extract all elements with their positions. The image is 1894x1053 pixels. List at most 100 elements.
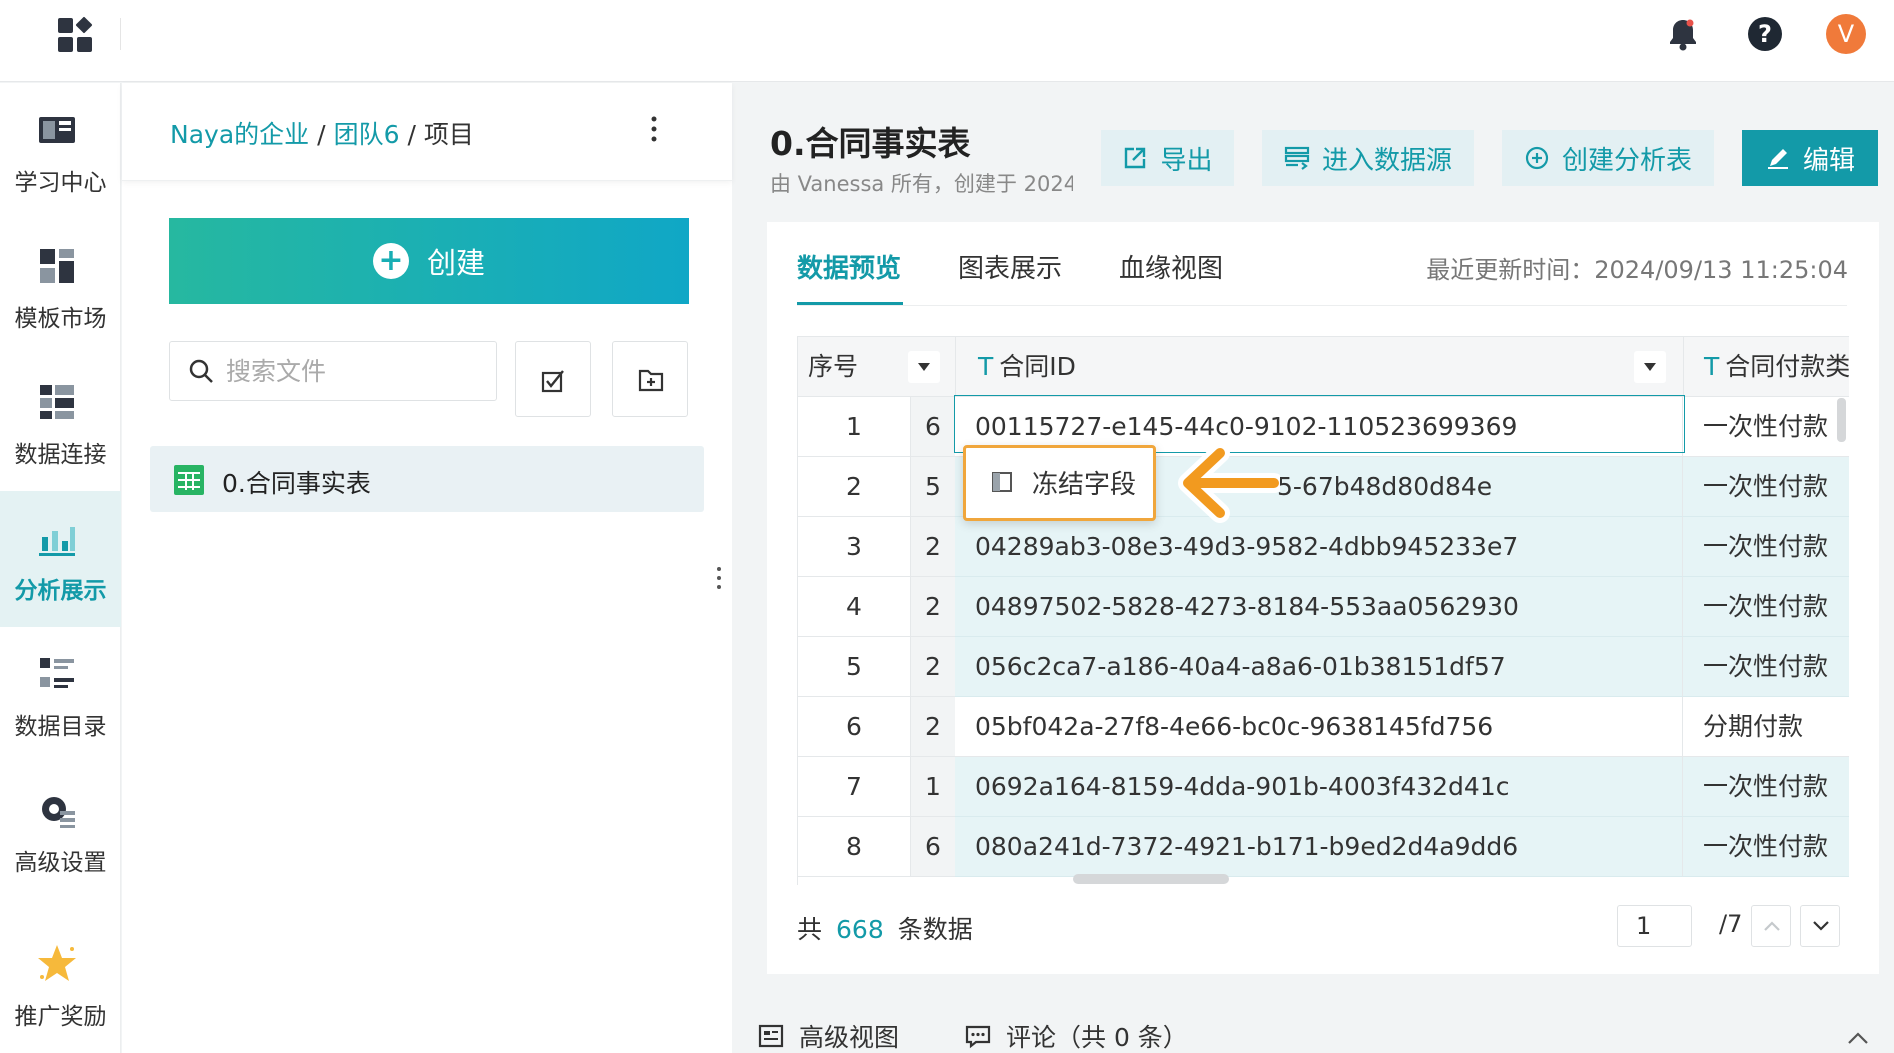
nav-label: 学习中心 xyxy=(14,170,107,196)
nav-item-referral[interactable]: 推广奖励 xyxy=(0,917,121,1053)
row-count-cell: 2 xyxy=(911,577,955,637)
column-header-contract-id[interactable]: T 合同ID xyxy=(978,337,1076,397)
edit-button[interactable]: 编辑 xyxy=(1742,130,1878,186)
create-analysis-button[interactable]: 创建分析表 xyxy=(1502,130,1714,186)
tab-data-preview[interactable]: 数据预览 xyxy=(797,248,901,285)
nav-item-advanced-settings[interactable]: 高级设置 xyxy=(0,763,121,899)
payment-type-cell[interactable]: 一次性付款 xyxy=(1683,397,1849,457)
breadcrumb-team[interactable]: 团队6 xyxy=(334,120,400,149)
prev-page-button[interactable] xyxy=(1751,905,1791,947)
next-page-button[interactable] xyxy=(1800,905,1840,947)
row-count-cell: 2 xyxy=(911,697,955,757)
table-row[interactable]: 3 2 04289ab3-08e3-49d3-9582-4dbb945233e7… xyxy=(798,517,1849,577)
contract-id-column-dropdown[interactable] xyxy=(1634,351,1666,383)
search-input[interactable] xyxy=(226,352,486,390)
advanced-view-icon xyxy=(758,1024,784,1048)
batch-select-button[interactable] xyxy=(515,341,591,417)
contract-id-cell[interactable]: 0692a164-8159-4dda-901b-4003f432d41c xyxy=(955,757,1683,817)
contract-id-cell[interactable]: 056c2ca7-a186-40a4-a8a6-01b38151df57 xyxy=(955,637,1683,697)
index-column-dropdown[interactable] xyxy=(908,351,940,383)
record-count-prefix: 共 xyxy=(797,915,823,944)
payment-type-cell[interactable]: 一次性付款 xyxy=(1683,817,1849,877)
row-count-cell: 1 xyxy=(911,757,955,817)
app-logo-icon[interactable] xyxy=(56,16,94,54)
data-table: 序号 T合同ID T合同付款类型 1 6 00115727-e145-44c0-… xyxy=(797,336,1849,885)
column-header-payment-type[interactable]: T合同付款类型 xyxy=(1704,337,1849,397)
table-row[interactable]: 1 6 00115727-e145-44c0-9102-110523699369… xyxy=(798,397,1849,457)
record-count-value: 668 xyxy=(836,915,884,944)
comment-icon xyxy=(965,1025,991,1049)
nav-item-template-market[interactable]: 模板市场 xyxy=(0,219,121,355)
star-icon xyxy=(38,945,76,981)
add-circle-icon xyxy=(1525,146,1549,170)
horizontal-scrollbar[interactable] xyxy=(1073,874,1229,884)
tab-chart-display[interactable]: 图表展示 xyxy=(958,248,1062,285)
row-index-cell: 6 xyxy=(798,697,911,757)
page-number-input[interactable]: 1 xyxy=(1617,905,1692,947)
avatar[interactable]: V xyxy=(1826,14,1866,54)
bell-icon[interactable] xyxy=(1663,14,1703,54)
search-box[interactable] xyxy=(169,341,497,401)
payment-type-cell[interactable]: 分期付款 xyxy=(1683,697,1849,757)
page-subtitle: 由 Vanessa 所有，创建于 2024 xyxy=(770,172,1073,196)
contract-id-cell[interactable]: 04897502-5828-4273-8184-553aa0562930 xyxy=(955,577,1683,637)
contract-id-cell[interactable]: 080a241d-7372-4921-b171-b9ed2d4a9dd6 xyxy=(955,817,1683,877)
nav-item-data-catalog[interactable]: 数据目录 xyxy=(0,627,121,763)
file-item-contract-table[interactable]: 0.合同事实表 xyxy=(150,446,704,512)
nav-item-data-connect[interactable]: 数据连接 xyxy=(0,355,121,491)
row-index-cell: 3 xyxy=(798,517,911,577)
advanced-view-toggle[interactable]: 高级视图 xyxy=(757,1018,899,1053)
nav-label: 推广奖励 xyxy=(14,1004,107,1030)
settings-icon xyxy=(42,797,75,828)
column-divider xyxy=(955,337,956,397)
project-panel: Naya的企业 / 团队6/项目 + 创建 搜索文件 0.合同事实表 xyxy=(122,83,732,1053)
panel-resize-handle-icon[interactable] xyxy=(714,565,724,591)
nav-item-learning-center[interactable]: 学习中心 xyxy=(0,83,121,219)
record-count: 共 668 条数据 xyxy=(797,910,973,946)
comments-toggle[interactable]: 评论（共 0 条） xyxy=(964,1018,1188,1053)
table-row[interactable]: 5 2 056c2ca7-a186-40a4-a8a6-01b38151df57… xyxy=(798,637,1849,697)
top-bar: ? V xyxy=(0,0,1894,82)
folder-add-icon xyxy=(638,369,664,392)
payment-type-cell[interactable]: 一次性付款 xyxy=(1683,757,1849,817)
book-icon xyxy=(39,117,75,143)
table-row[interactable]: 2 5 5-67b48d80d84e 一次性付款 xyxy=(798,457,1849,517)
page-total: /7 xyxy=(1719,910,1743,938)
enter-datasource-button[interactable]: 进入数据源 xyxy=(1262,130,1474,186)
advanced-view-label: 高级视图 xyxy=(799,1023,900,1052)
row-count-cell: 6 xyxy=(911,817,955,877)
create-button[interactable]: + 创建 xyxy=(169,218,689,304)
row-count-cell: 6 xyxy=(911,397,955,457)
nav-item-analysis[interactable]: 分析展示 xyxy=(0,491,121,627)
contract-id-cell[interactable]: 04289ab3-08e3-49d3-9582-4dbb945233e7 xyxy=(955,517,1683,577)
payment-type-cell[interactable]: 一次性付款 xyxy=(1683,517,1849,577)
payment-type-cell[interactable]: 一次性付款 xyxy=(1683,637,1849,697)
chevron-up-icon xyxy=(1764,921,1780,931)
payment-type-cell[interactable]: 一次性付款 xyxy=(1683,457,1849,517)
file-name: 0.合同事实表 xyxy=(222,469,371,498)
contract-id-cell[interactable]: 05bf042a-27f8-4e66-bc0c-9638145fd756 xyxy=(955,697,1683,757)
tab-lineage-view[interactable]: 血缘视图 xyxy=(1119,248,1223,285)
export-button[interactable]: 导出 xyxy=(1101,130,1234,186)
chevron-up-icon[interactable] xyxy=(1846,1030,1870,1046)
table-row[interactable]: 4 2 04897502-5828-4273-8184-553aa0562930… xyxy=(798,577,1849,637)
table-file-icon xyxy=(174,465,204,495)
table-row[interactable]: 8 6 080a241d-7372-4921-b171-b9ed2d4a9dd6… xyxy=(798,817,1849,877)
column-header-index: 序号 xyxy=(808,352,859,381)
breadcrumb-separator: / xyxy=(407,120,416,149)
payment-type-cell[interactable]: 一次性付款 xyxy=(1683,577,1849,637)
freeze-field-menu[interactable]: 冻结字段 xyxy=(963,445,1156,521)
table-row[interactable]: 7 1 0692a164-8159-4dda-901b-4003f432d41c… xyxy=(798,757,1849,817)
vertical-scrollbar[interactable] xyxy=(1837,398,1846,442)
breadcrumb-org[interactable]: Naya的企业 xyxy=(170,120,309,149)
more-options-icon[interactable] xyxy=(648,113,660,145)
row-index-cell: 8 xyxy=(798,817,911,877)
help-icon[interactable]: ? xyxy=(1745,14,1785,54)
top-divider xyxy=(120,18,121,50)
breadcrumb-current: 项目 xyxy=(423,120,474,149)
export-icon xyxy=(1125,147,1146,169)
column-header-payment-type-label: 合同付款类型 xyxy=(1725,352,1849,381)
new-folder-button[interactable] xyxy=(612,341,688,417)
caret-down-icon xyxy=(1644,363,1656,371)
table-row[interactable]: 6 2 05bf042a-27f8-4e66-bc0c-9638145fd756… xyxy=(798,697,1849,757)
